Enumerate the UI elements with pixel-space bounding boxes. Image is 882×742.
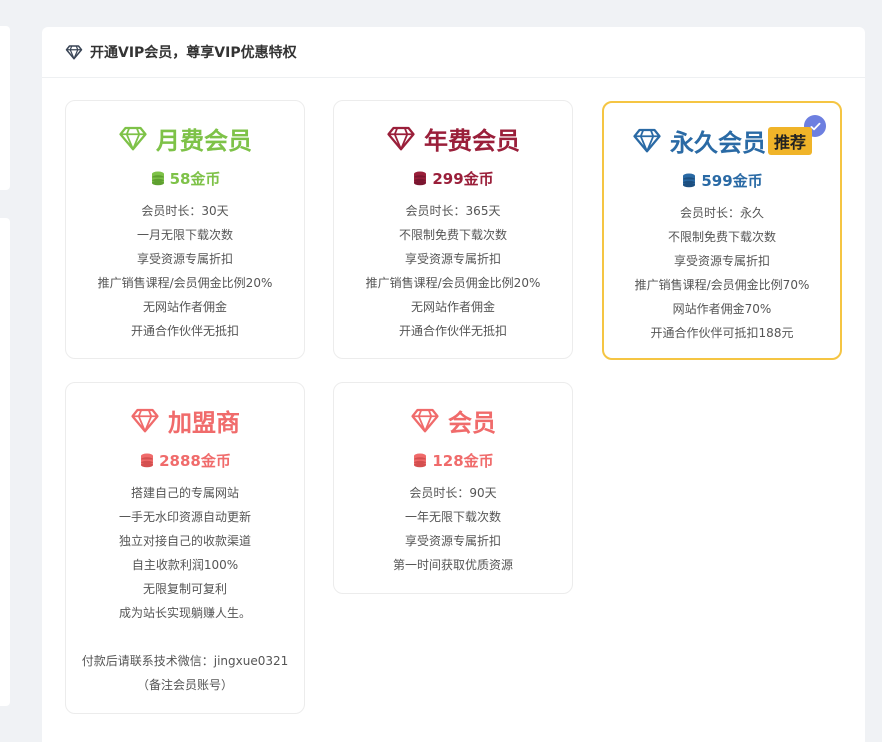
plan-feature: 开通合作伙伴无抵扣 bbox=[398, 324, 507, 338]
plan-feature: 会员时长：90天 bbox=[409, 486, 497, 500]
plan-feature: 无网站作者佣金 bbox=[410, 300, 495, 314]
panel-header: 开通VIP会员，尊享VIP优惠特权 bbox=[42, 27, 865, 78]
plan-feature: 享受资源专属折扣 bbox=[404, 534, 501, 548]
plan-price-row: 599金币 bbox=[604, 167, 840, 193]
plan-price-row: 2888金币 bbox=[66, 447, 304, 473]
diamond-icon bbox=[65, 43, 83, 61]
plan-name-row: 月费会员 bbox=[66, 119, 304, 157]
plan-feature: 不限制免费下载次数 bbox=[398, 228, 507, 242]
plan-card-franchise[interactable]: 加盟商 2888金币 搭建自己的专属网站 一手无水印资源自动更新 独立对接自己的… bbox=[65, 382, 305, 714]
plan-price-row: 128金币 bbox=[334, 447, 572, 473]
plan-feature: 一手无水印资源自动更新 bbox=[118, 510, 251, 524]
contact-note: 付款后请联系技术微信：jingxue0321 bbox=[81, 654, 289, 668]
diamond-icon bbox=[131, 408, 159, 433]
plan-features: 会员时长：永久 不限制免费下载次数 享受资源专属折扣 推广销售课程/会员佣金比例… bbox=[604, 201, 840, 345]
plan-name: 永久会员 bbox=[669, 128, 766, 157]
plan-feature: 一月无限下载次数 bbox=[136, 228, 233, 242]
plan-name-row: 永久会员 推荐 bbox=[604, 121, 840, 159]
plan-feature: 享受资源专属折扣 bbox=[404, 252, 501, 266]
plan-price: 599金币 bbox=[701, 171, 763, 190]
plan-feature: 第一时间获取优质资源 bbox=[392, 558, 513, 572]
plan-feature: 独立对接自己的收款渠道 bbox=[118, 534, 251, 548]
coins-icon bbox=[414, 171, 427, 186]
plan-feature: 会员时长：365天 bbox=[405, 204, 501, 218]
plan-price-row: 299金币 bbox=[334, 165, 572, 191]
coins-icon bbox=[683, 173, 696, 188]
coins-icon bbox=[414, 453, 427, 468]
plan-price: 2888金币 bbox=[159, 451, 231, 470]
plan-name-row: 会员 bbox=[334, 401, 572, 439]
diamond-icon bbox=[633, 128, 661, 153]
plan-feature: 自主收款利润100% bbox=[131, 558, 239, 572]
left-sidebar-card-top bbox=[0, 26, 10, 190]
plan-feature: 一年无限下载次数 bbox=[404, 510, 501, 524]
plan-feature: 享受资源专属折扣 bbox=[136, 252, 233, 266]
plan-features: 会员时长：365天 不限制免费下载次数 享受资源专属折扣 推广销售课程/会员佣金… bbox=[334, 199, 572, 343]
plan-feature: 成为站长实现躺赚人生。 bbox=[118, 606, 251, 620]
plan-feature: 搭建自己的专属网站 bbox=[130, 486, 239, 500]
plan-feature: 享受资源专属折扣 bbox=[673, 254, 770, 268]
plan-card-lifetime[interactable]: 永久会员 推荐 599金币 会员时长：永久 不限制免费下载次数 享受资源专属折扣… bbox=[602, 101, 842, 360]
panel-title: 开通VIP会员，尊享VIP优惠特权 bbox=[90, 45, 297, 61]
plan-features: 会员时长：30天 一月无限下载次数 享受资源专属折扣 推广销售课程/会员佣金比例… bbox=[66, 199, 304, 343]
plan-name-row: 加盟商 bbox=[66, 401, 304, 439]
plan-feature: 网站作者佣金70% bbox=[672, 302, 772, 316]
coins-icon bbox=[141, 453, 154, 468]
plan-price: 299金币 bbox=[432, 169, 494, 188]
plan-feature: 开通合作伙伴无抵扣 bbox=[130, 324, 239, 338]
diamond-icon bbox=[387, 126, 415, 151]
plan-features: 会员时长：90天 一年无限下载次数 享受资源专属折扣 第一时间获取优质资源 bbox=[334, 481, 572, 577]
plan-price: 58金币 bbox=[169, 169, 221, 188]
plan-feature: 开通合作伙伴可抵扣188元 bbox=[650, 326, 794, 340]
diamond-icon bbox=[411, 408, 439, 433]
diamond-icon bbox=[119, 126, 147, 151]
plan-feature: 推广销售课程/会员佣金比例20% bbox=[365, 276, 541, 290]
contact-note: （备注会员账号） bbox=[136, 678, 233, 692]
coins-icon bbox=[151, 171, 164, 186]
left-sidebar-card-bottom bbox=[0, 218, 10, 706]
recommend-badge: 推荐 bbox=[767, 127, 812, 155]
plan-feature: 无网站作者佣金 bbox=[142, 300, 227, 314]
vip-panel: 开通VIP会员，尊享VIP优惠特权 月费会员 58金币 会员时长：30天 一月无… bbox=[42, 27, 865, 742]
plan-feature: 无限复制可复利 bbox=[142, 582, 227, 596]
plan-name: 月费会员 bbox=[156, 126, 252, 155]
plan-feature: 会员时长：永久 bbox=[679, 206, 764, 220]
plan-card-member[interactable]: 会员 128金币 会员时长：90天 一年无限下载次数 享受资源专属折扣 第一时间… bbox=[333, 382, 573, 594]
plan-card-yearly[interactable]: 年费会员 299金币 会员时长：365天 不限制免费下载次数 享受资源专属折扣 … bbox=[333, 100, 573, 359]
plan-feature: 推广销售课程/会员佣金比例70% bbox=[634, 278, 810, 292]
plan-name: 加盟商 bbox=[168, 408, 240, 437]
plan-name: 年费会员 bbox=[424, 126, 520, 155]
plan-card-monthly[interactable]: 月费会员 58金币 会员时长：30天 一月无限下载次数 享受资源专属折扣 推广销… bbox=[65, 100, 305, 359]
plan-price: 128金币 bbox=[432, 451, 494, 470]
plan-features: 搭建自己的专属网站 一手无水印资源自动更新 独立对接自己的收款渠道 自主收款利润… bbox=[66, 481, 304, 697]
plan-price-row: 58金币 bbox=[66, 165, 304, 191]
plan-feature: 会员时长：30天 bbox=[141, 204, 229, 218]
plan-name-row: 年费会员 bbox=[334, 119, 572, 157]
plan-feature: 推广销售课程/会员佣金比例20% bbox=[97, 276, 273, 290]
plan-name: 会员 bbox=[448, 408, 496, 437]
plan-feature: 不限制免费下载次数 bbox=[667, 230, 776, 244]
